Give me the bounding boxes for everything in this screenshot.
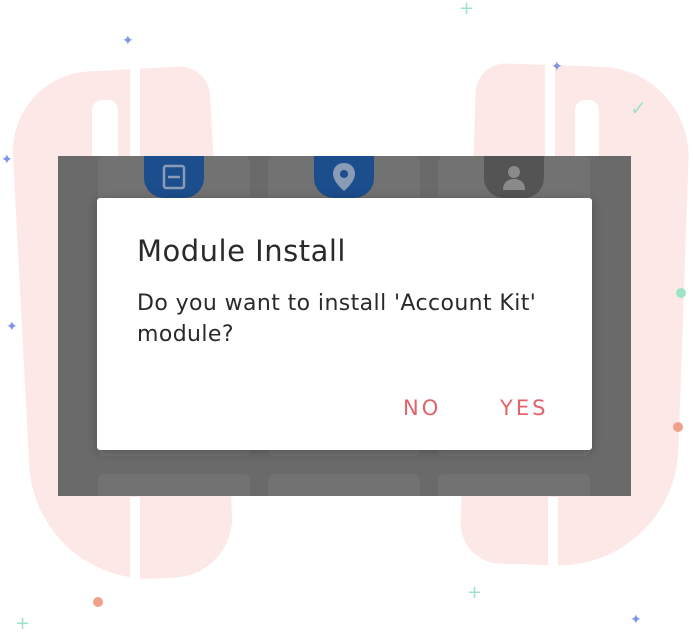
location-pin-icon (314, 156, 374, 198)
scanner-icon (144, 156, 204, 198)
sparkle-star-icon: ✦ (6, 319, 18, 335)
dialog-message: Do you want to install 'Account Kit' mod… (137, 291, 537, 347)
decor-stripe (130, 497, 140, 587)
sparkle-plus-icon: + (15, 613, 31, 634)
sparkle-plus-icon: + (467, 582, 483, 603)
decor-dot (93, 597, 103, 607)
sparkle-check-icon: ✓ (630, 96, 647, 120)
module-tile (268, 474, 420, 496)
yes-button[interactable]: YES (494, 392, 554, 424)
sparkle-star-icon: ✦ (122, 33, 134, 49)
decor-stripe (548, 497, 558, 587)
module-tile (98, 474, 250, 496)
sparkle-star-icon: ✦ (1, 152, 13, 168)
decor-dot (676, 288, 686, 298)
no-button[interactable]: NO (397, 392, 447, 424)
module-install-dialog: Module Install Do you want to install 'A… (97, 198, 592, 450)
sparkle-plus-icon: + (459, 0, 475, 19)
account-icon (484, 156, 544, 198)
sparkle-star-icon: ✦ (551, 59, 563, 75)
decor-dot (673, 422, 683, 432)
module-tile (438, 474, 590, 496)
sparkle-star-icon: ✦ (630, 612, 642, 628)
dialog-title: Module Install (137, 234, 346, 268)
